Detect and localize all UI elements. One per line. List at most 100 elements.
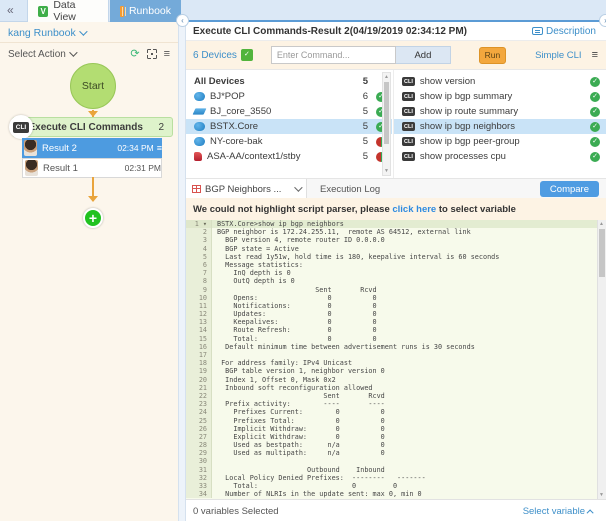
result-time: 02:34 PM <box>117 143 154 153</box>
code-line: 8 OutQ depth is 0 <box>186 277 606 286</box>
code-line: 25 Prefixes Total: 0 0 <box>186 416 606 425</box>
result-row[interactable]: Result 1 02:31 PM <box>22 158 162 178</box>
router-icon <box>194 92 205 101</box>
firewall-icon <box>194 152 202 161</box>
device-row[interactable]: BSTX.Core 5 ✓ <box>186 119 392 134</box>
device-row[interactable]: NY-core-bak 5 <box>186 134 392 149</box>
chevron-down-icon[interactable] <box>294 183 303 192</box>
router-icon <box>194 137 205 146</box>
tab-bgp-neighbors[interactable]: BGP Neighbors ... <box>186 179 307 199</box>
devices-dropdown[interactable]: 6 Devices <box>193 50 237 61</box>
menu-icon[interactable]: ≡ <box>164 48 170 60</box>
result-time: 02:31 PM <box>124 163 161 173</box>
line-number: 17 <box>186 351 212 360</box>
code-line: 4 BGP state = Active <box>186 244 606 253</box>
command-row[interactable]: CLI show processes cpu ✓ <box>394 149 606 164</box>
line-number: 22 <box>186 391 212 401</box>
click-here-link[interactable]: click here <box>392 204 436 215</box>
variables-selected-label: 0 variables Selected <box>193 506 279 517</box>
compare-button[interactable]: Compare <box>539 181 599 197</box>
command-row[interactable]: CLI show ip bgp neighbors ✓ <box>394 119 606 134</box>
code-line: 12 Updates: 0 0 <box>186 310 606 319</box>
runbook-title-dropdown[interactable]: kang Runbook <box>8 27 88 39</box>
command-row[interactable]: CLI show ip bgp peer-group ✓ <box>394 134 606 149</box>
scroll-down-icon[interactable]: ▼ <box>599 492 604 498</box>
collapse-left-panel-button[interactable]: ‹ <box>176 14 189 27</box>
tab-execution-log[interactable]: Execution Log <box>320 179 380 199</box>
line-number: 32 <box>186 473 212 482</box>
result-title: Execute CLI Commands-Result 2(04/19/2019… <box>193 25 467 37</box>
expand-right-panel-button[interactable]: › <box>599 14 606 27</box>
code-text: Implicit Withdraw: 0 0 <box>217 424 385 433</box>
result-row[interactable]: Result 2 02:34 PM ≡ <box>22 138 162 158</box>
line-number: 12 <box>186 310 212 319</box>
code-line: 3 BGP version 4, remote router ID 0.0.0.… <box>186 236 606 245</box>
simple-cli-link[interactable]: Simple CLI <box>535 50 581 61</box>
line-number: 16 <box>186 342 212 351</box>
run-button[interactable]: Run <box>478 46 506 64</box>
code-text: BGP neighbor is 172.24.255.11, remote AS… <box>217 228 471 237</box>
select-action-dropdown[interactable]: Select Action <box>8 48 78 60</box>
scroll-up-icon[interactable]: ▲ <box>599 221 604 227</box>
toolbar-menu-icon[interactable]: ≡ <box>592 49 598 61</box>
cli-output-area[interactable]: 1 ▾ BSTX.Core>show ip bgp neighbors 2 BGP n… <box>186 220 606 499</box>
device-row[interactable]: ASA-AA/context1/stby 5 <box>186 149 392 164</box>
tab-data-view[interactable]: V Data View <box>27 0 109 23</box>
command-row[interactable]: CLI show ip bgp summary ✓ <box>394 89 606 104</box>
code-text: OutQ depth is 0 <box>217 277 295 286</box>
tab-data-view-label: Data View <box>53 0 76 23</box>
panel-splitter[interactable] <box>178 22 186 521</box>
app-window: « V Data View Runbook kang Runbook Selec… <box>0 0 606 521</box>
fit-screen-icon[interactable] <box>147 49 157 59</box>
code-line: 19 BGP table version 1, neighbor version… <box>186 367 606 376</box>
flow-node-label: Execute CLI Commands <box>28 121 143 133</box>
description-icon <box>531 27 543 35</box>
code-line: 13 Keepalives: 0 0 <box>186 318 606 327</box>
device-row[interactable]: BJ*POP 6 ✓ <box>186 89 392 104</box>
code-scrollbar[interactable]: ▲ ▼ <box>597 220 606 499</box>
scroll-up-icon[interactable]: ▲ <box>384 74 389 80</box>
cli-badge-icon: CLI <box>402 107 415 116</box>
select-variable-link[interactable]: Select variable <box>523 506 606 517</box>
devices-check-dropdown-icon[interactable]: ✓ <box>240 49 253 61</box>
scrollbar-thumb[interactable] <box>384 82 389 144</box>
command-name: show ip bgp neighbors <box>419 121 515 132</box>
flow-start-node[interactable]: Start <box>70 63 116 109</box>
line-number: 25 <box>186 416 212 425</box>
flow-toolbar: ⟳ ≡ <box>130 48 170 60</box>
code-line: 17 <box>186 351 606 360</box>
line-number: 21 <box>186 383 212 392</box>
add-step-button[interactable]: + <box>83 208 103 228</box>
command-name: show version <box>419 76 476 87</box>
command-input[interactable] <box>270 46 396 64</box>
code-text: Last read 1y51w, hold time is 180, keepa… <box>217 252 500 261</box>
collapse-caret-icon[interactable]: ▾ <box>203 220 207 228</box>
code-text: Sent Rcvd <box>217 285 377 294</box>
tab-runbook[interactable]: Runbook <box>110 0 181 22</box>
command-row[interactable]: CLI show version ✓ <box>394 74 606 89</box>
scrollbar-thumb[interactable] <box>599 229 605 277</box>
device-row[interactable]: BJ_core_3550 5 ✓ <box>186 104 392 119</box>
data-view-icon: V <box>38 5 49 17</box>
status-success-icon: ✓ <box>590 136 600 147</box>
collapse-panel-icon[interactable]: « <box>7 3 14 17</box>
line-number: 15 <box>186 334 212 343</box>
refresh-icon[interactable]: ⟳ <box>130 48 139 60</box>
code-line: 23 Prefix activity: ---- ---- <box>186 400 606 409</box>
code-line: 34 Number of NLRIs in the update sent: m… <box>186 490 606 499</box>
flow-node-execute-cli-commands[interactable]: Execute CLI Commands 2 <box>12 117 173 137</box>
line-number: 23 <box>186 400 212 409</box>
status-success-icon: ✓ <box>590 121 600 132</box>
result-menu-icon[interactable]: ≡ <box>157 143 162 153</box>
add-command-button[interactable]: Add <box>395 46 451 64</box>
command-row[interactable]: CLI show ip route summary ✓ <box>394 104 606 119</box>
line-number: 10 <box>186 293 212 302</box>
code-line: 26 Implicit Withdraw: 0 0 <box>186 424 606 433</box>
device-list-scrollbar[interactable]: ▲ ▼ <box>382 72 391 176</box>
scroll-down-icon[interactable]: ▼ <box>384 168 389 174</box>
command-name: show processes cpu <box>419 151 506 162</box>
description-link[interactable]: Description <box>531 26 606 37</box>
status-success-icon: ✓ <box>590 76 600 87</box>
